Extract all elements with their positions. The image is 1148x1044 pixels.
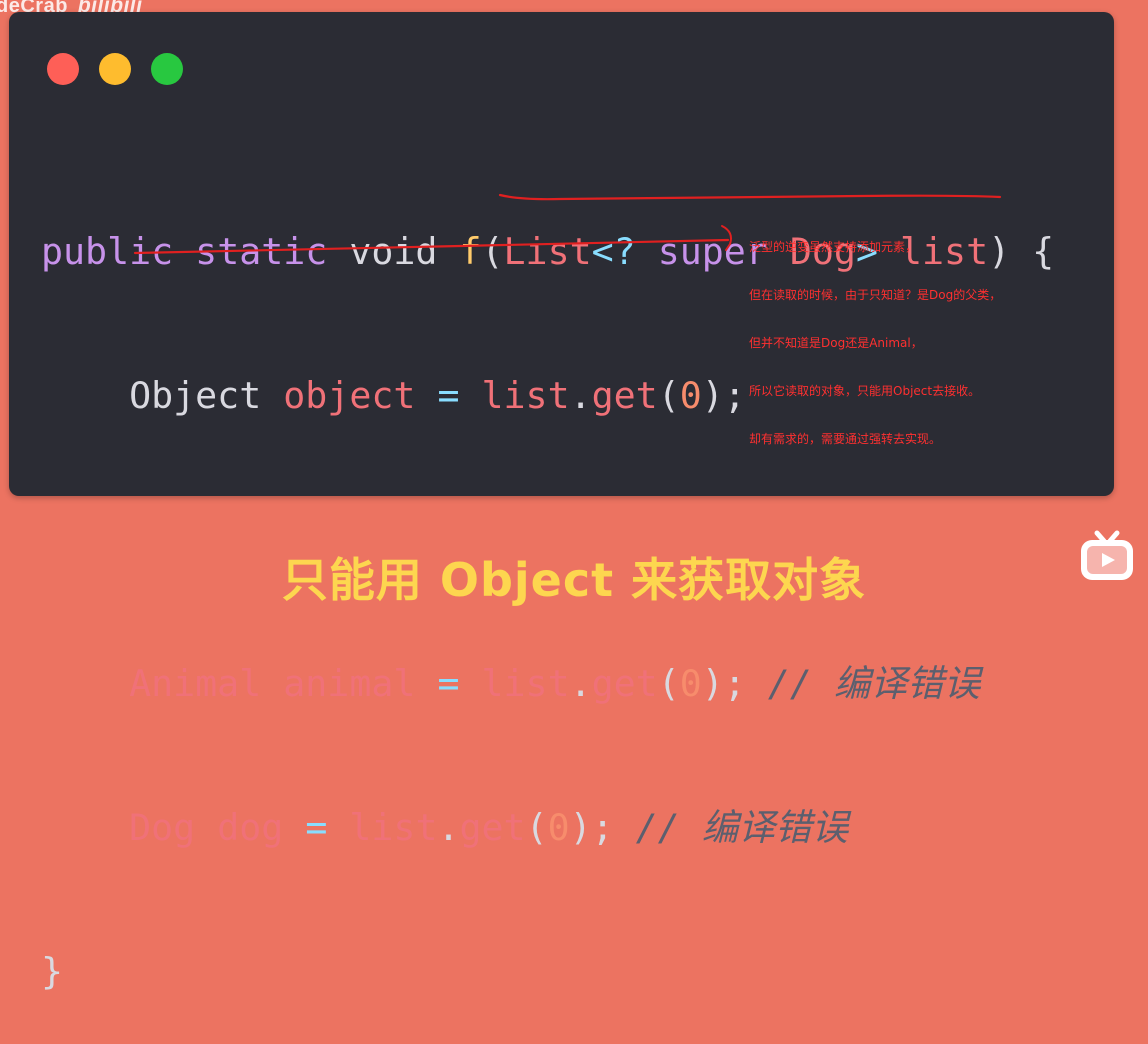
maximize-window-dot[interactable] xyxy=(151,53,183,85)
annotation-line: 泛型的逆变虽然支持添加元素， xyxy=(749,240,918,254)
code-line-4: Dog dog = list.get(0); // 编译错误 xyxy=(129,806,849,849)
annotation-line: 所以它读取的对象，只能用Object去接收。 xyxy=(749,384,981,398)
compile-error-comment: // 编译错误 xyxy=(635,806,849,849)
video-subtitle: 只能用 Object 来获取对象 xyxy=(281,553,867,607)
code-line-3: Animal animal = list.get(0); // 编译错误 xyxy=(129,662,981,705)
compile-error-comment: // 编译错误 xyxy=(767,662,981,705)
code-line-5: } xyxy=(41,950,64,993)
annotation-note: 泛型的逆变虽然支持添加元素， 但在读取的时候，由于只知道？是Dog的父类， 但并… xyxy=(749,207,1001,463)
close-window-dot[interactable] xyxy=(47,53,79,85)
annotation-line: 但并不知道是Dog还是Animal， xyxy=(749,336,923,350)
bilibili-tv-icon[interactable] xyxy=(1079,527,1135,583)
minimize-window-dot[interactable] xyxy=(99,53,131,85)
annotation-line: 但在读取的时候，由于只知道？是Dog的父类， xyxy=(749,288,1002,302)
annotation-line: 却有需求的，需要通过强转去实现。 xyxy=(749,432,942,446)
